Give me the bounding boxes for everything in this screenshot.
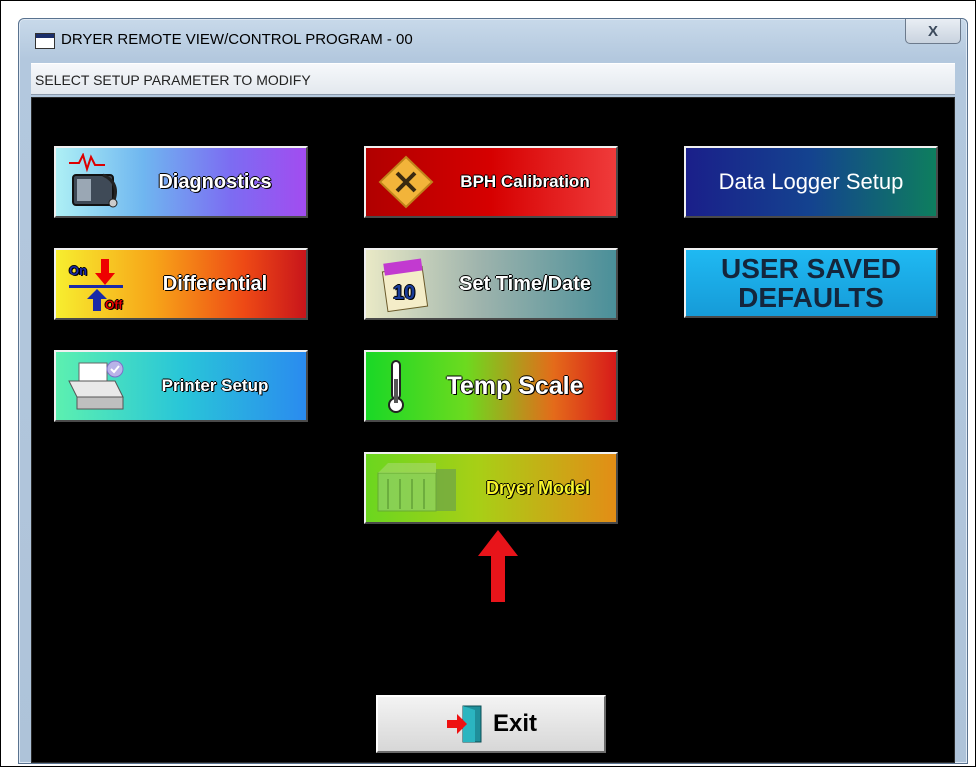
on-text: On <box>69 263 87 278</box>
tools-diamond-icon <box>374 152 438 212</box>
differential-label: Differential <box>162 272 268 295</box>
dryer-machine-icon <box>374 458 464 518</box>
off-text: Off <box>105 298 123 312</box>
printer-icon <box>64 356 128 416</box>
dryer-model-button[interactable]: Dryer Model <box>364 452 618 524</box>
diagnostics-button[interactable]: Diagnostics <box>54 146 308 218</box>
red-up-arrow <box>478 530 518 602</box>
exit-door-icon <box>445 704 485 744</box>
monitor-stethoscope-icon <box>64 152 128 212</box>
setup-panel: Diagnostics On Off Differential Printer … <box>31 97 955 763</box>
temp-scale-label: Temp Scale <box>446 371 584 400</box>
app-window-icon <box>35 33 55 49</box>
dryer-model-label: Dryer Model <box>485 477 591 498</box>
data-logger-setup-label: Data Logger Setup <box>718 169 904 194</box>
exit-button[interactable]: Exit <box>376 695 606 753</box>
close-button[interactable]: X <box>905 19 961 44</box>
user-saved-defaults-line1: USER SAVED <box>721 253 901 284</box>
data-logger-setup-button[interactable]: Data Logger Setup <box>684 146 938 218</box>
user-saved-defaults-label: USER SAVED DEFAULTS <box>686 254 936 312</box>
thermometer-icon <box>374 356 418 416</box>
exit-label: Exit <box>492 710 537 737</box>
differential-button[interactable]: On Off Differential <box>54 248 308 320</box>
calendar-day-text: 10 <box>393 282 415 304</box>
set-time-date-button[interactable]: 10 Set Time/Date <box>364 248 618 320</box>
app-window: DRYER REMOTE VIEW/CONTROL PROGRAM - 00 X… <box>18 18 968 764</box>
user-saved-defaults-line2: DEFAULTS <box>738 282 884 313</box>
set-time-date-label: Set Time/Date <box>459 272 591 295</box>
on-off-arrows-icon: On Off <box>64 254 128 314</box>
diagnostics-label: Diagnostics <box>158 170 272 193</box>
title-bar: DRYER REMOTE VIEW/CONTROL PROGRAM - 00 X <box>19 19 967 57</box>
bph-calibration-label: BPH Calibration <box>460 172 590 191</box>
printer-setup-label: Printer Setup <box>161 376 269 395</box>
bph-calibration-button[interactable]: BPH Calibration <box>364 146 618 218</box>
calendar-icon: 10 <box>374 254 438 314</box>
instruction-header: SELECT SETUP PARAMETER TO MODIFY <box>31 63 955 95</box>
user-saved-defaults-button[interactable]: USER SAVED DEFAULTS <box>684 248 938 318</box>
temp-scale-button[interactable]: Temp Scale <box>364 350 618 422</box>
window-title: DRYER REMOTE VIEW/CONTROL PROGRAM - 00 <box>61 31 413 48</box>
printer-setup-button[interactable]: Printer Setup <box>54 350 308 422</box>
